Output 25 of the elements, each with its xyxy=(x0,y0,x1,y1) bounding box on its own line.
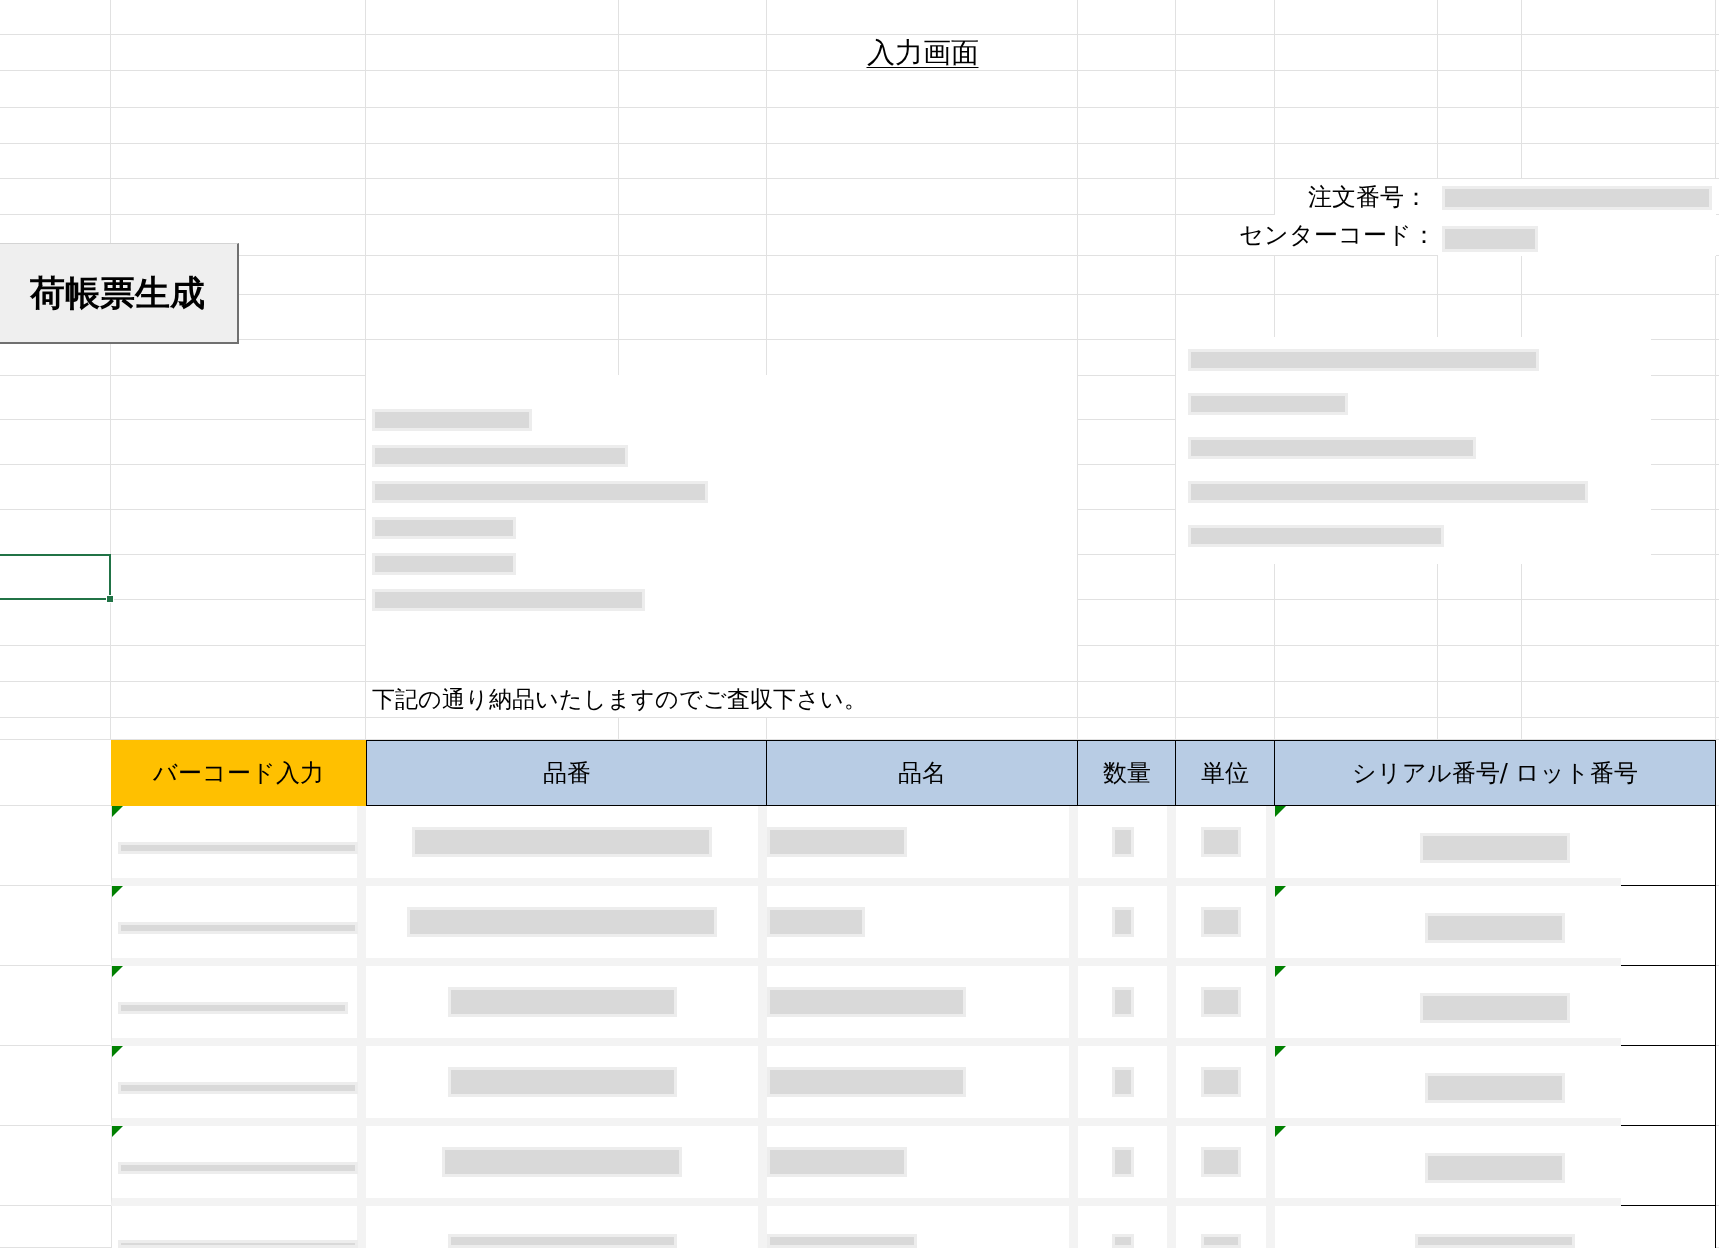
column-header: 数量 xyxy=(1078,740,1176,806)
column-header: 品番 xyxy=(366,740,767,806)
blurred-text xyxy=(1201,1234,1241,1248)
field-label: センターコード： xyxy=(1239,223,1436,247)
blurred-text xyxy=(1201,827,1241,857)
cell-selection[interactable] xyxy=(0,554,111,600)
blurred-text xyxy=(1111,827,1134,857)
blurred-text xyxy=(1111,987,1134,1017)
fill-handle[interactable] xyxy=(106,595,114,603)
blurred-text xyxy=(1201,987,1241,1017)
column-header: シリアル番号/ ロット番号 xyxy=(1275,740,1716,806)
blurred-text xyxy=(1201,1067,1241,1097)
column-header: 単位 xyxy=(1176,740,1275,806)
blurred-text xyxy=(1201,1147,1241,1177)
field-label: 注文番号： xyxy=(1308,185,1428,209)
blurred-text xyxy=(1111,1067,1134,1097)
blurred-text xyxy=(1111,907,1134,937)
generate-button[interactable]: 荷帳票生成 xyxy=(0,243,239,344)
notice-text: 下記の通り納品いたしますのでご査収下さい。 xyxy=(372,688,867,711)
column-header: バーコード入力 xyxy=(111,740,366,806)
blurred-text xyxy=(1111,1147,1134,1177)
page-title: 入力画面 xyxy=(866,39,979,67)
blurred-text xyxy=(1111,1234,1134,1248)
column-header: 品名 xyxy=(767,740,1078,806)
blurred-text xyxy=(1201,907,1241,937)
